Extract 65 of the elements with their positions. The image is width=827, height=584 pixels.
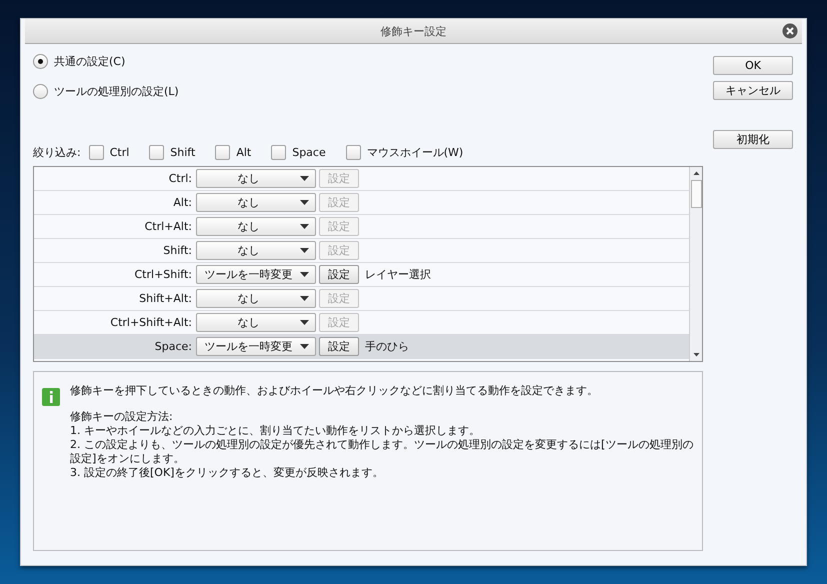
- action-dropdown[interactable]: なし: [196, 193, 316, 212]
- dropdown-arrow-icon: [300, 200, 309, 205]
- dropdown-arrow-icon: [300, 296, 309, 301]
- action-dropdown[interactable]: ツールを一時変更: [196, 265, 316, 284]
- window-title: 修飾キー設定: [380, 24, 446, 38]
- reset-button[interactable]: 初期化: [713, 130, 793, 149]
- info-text: 2. この設定よりも、ツールの処理別の設定が優先されて動作します。ツールの処理別の設定を変更するには[ツールの処理別の設定]をオンにします。: [70, 438, 694, 466]
- filter-option-label: マウスホイール(W): [366, 144, 464, 160]
- scroll-up-icon[interactable]: [692, 169, 700, 178]
- dialog-button[interactable]: キャンセル: [713, 81, 793, 100]
- key-label: Space:: [154, 340, 193, 353]
- filter-checkbox[interactable]: [215, 144, 230, 160]
- key-label: Ctrl+Alt:: [144, 220, 193, 233]
- info-text: 修飾キーを押下しているときの動作、およびホイールや右クリックなどに割り当てる動作を設定できます。: [70, 384, 599, 398]
- dropdown-arrow-icon: [300, 344, 309, 349]
- action-dropdown[interactable]: なし: [196, 241, 316, 260]
- filter-checkbox[interactable]: [149, 144, 164, 160]
- dropdown-arrow-icon: [300, 272, 309, 277]
- filter-checkbox[interactable]: [271, 144, 286, 160]
- shortcut-row[interactable]: Shift+Alt: なし 設定: [34, 287, 689, 311]
- key-label: Alt:: [172, 196, 193, 209]
- mode-label: ツールの処理別の設定(L): [54, 84, 179, 100]
- action-dropdown[interactable]: ツールを一時変更: [196, 337, 316, 356]
- shortcut-row[interactable]: Space: ツールを一時変更 設定 手のひら: [34, 335, 689, 359]
- key-label: Shift+Alt:: [138, 292, 193, 305]
- info-text: 1. キーやホイールなどの入力ごとに、割り当てたい動作をリストから選択します。: [70, 424, 481, 438]
- dropdown-arrow-icon: [300, 224, 309, 229]
- filter-label: 絞り込み:: [33, 144, 81, 160]
- shortcut-row[interactable]: Ctrl+Shift: ツールを一時変更 設定 レイヤー選択: [34, 263, 689, 287]
- shortcut-row[interactable]: Ctrl+Alt: なし 設定: [34, 215, 689, 239]
- dropdown-arrow-icon: [300, 248, 309, 253]
- dropdown-arrow-icon: [300, 320, 309, 325]
- set-button[interactable]: 設定: [319, 337, 359, 356]
- filter-option-label: Alt: [236, 146, 252, 158]
- key-label: Shift:: [162, 244, 193, 257]
- action-dropdown[interactable]: なし: [196, 313, 316, 332]
- filter-option-label: Space: [292, 146, 326, 158]
- set-button[interactable]: 設定: [319, 265, 359, 284]
- close-icon[interactable]: [782, 23, 798, 39]
- filter-option-label: Ctrl: [110, 146, 130, 158]
- info-icon: [42, 388, 60, 406]
- target-label: レイヤー選択: [365, 267, 431, 282]
- shortcut-row[interactable]: Ctrl: なし 設定: [34, 167, 689, 191]
- filter-checkbox[interactable]: [88, 144, 104, 160]
- info-text: 3. 設定の終了後[OK]をクリックすると、変更が反映されます。: [70, 466, 384, 480]
- shortcut-row[interactable]: Shift: なし 設定: [34, 239, 689, 263]
- action-dropdown[interactable]: なし: [196, 217, 316, 236]
- filter-checkbox[interactable]: [346, 144, 361, 160]
- dialog-button[interactable]: OK: [713, 56, 793, 75]
- radio-button[interactable]: [33, 54, 48, 69]
- radio-button[interactable]: [33, 84, 48, 99]
- action-dropdown[interactable]: なし: [196, 289, 316, 308]
- target-label: 手のひら: [365, 339, 409, 354]
- scroll-down-icon[interactable]: [692, 350, 700, 359]
- scrollbar[interactable]: [689, 167, 702, 361]
- filter-option-label: Shift: [170, 146, 196, 158]
- scroll-thumb[interactable]: [690, 180, 702, 208]
- mode-label: 共通の設定(C): [54, 54, 126, 70]
- key-label: Ctrl+Shift+Alt:: [109, 316, 193, 329]
- dropdown-arrow-icon: [300, 176, 309, 181]
- action-dropdown[interactable]: なし: [196, 169, 316, 188]
- shortcut-row[interactable]: Alt: なし 設定: [34, 191, 689, 215]
- info-text: 修飾キーの設定方法:: [70, 410, 174, 424]
- key-label: Ctrl+Shift:: [134, 268, 193, 281]
- key-label: Ctrl:: [168, 172, 193, 185]
